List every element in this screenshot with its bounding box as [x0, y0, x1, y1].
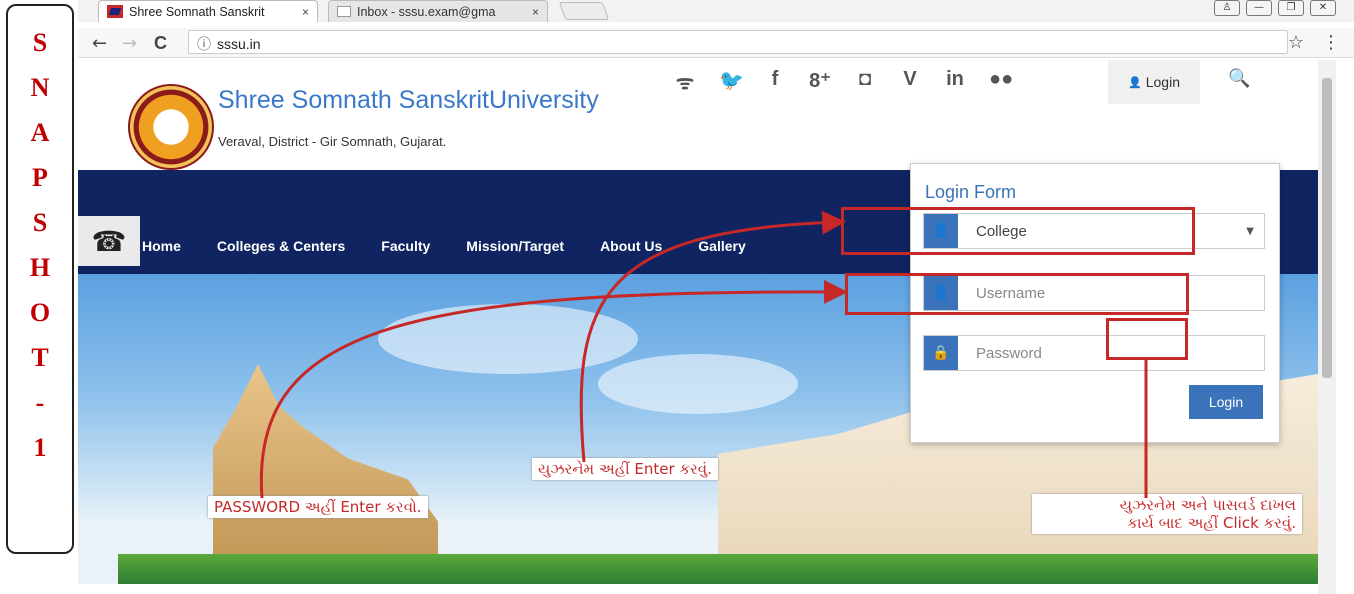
- sssu-favicon-icon: [107, 5, 123, 18]
- snapshot-letter: N: [30, 73, 50, 102]
- scrollbar-thumb[interactable]: [1322, 78, 1332, 378]
- somnath-temple-image: [213, 364, 438, 574]
- reload-icon[interactable]: C: [154, 33, 167, 54]
- university-location: Veraval, District - Gir Somnath, Gujarat…: [218, 134, 447, 149]
- tab-inbox[interactable]: Inbox - sssu.exam@gma ×: [328, 0, 548, 22]
- social-links: ᯤ 🐦 f 8⁺ ◘ V in ●●: [674, 68, 1013, 95]
- password-highlight: [845, 273, 1189, 315]
- snapshot-label: S N A P S H O T - 1: [6, 4, 74, 554]
- header-login-button[interactable]: 👤 Login: [1108, 60, 1200, 104]
- login-button-highlight: [1106, 318, 1188, 360]
- page-scrollbar[interactable]: [1318, 60, 1336, 594]
- nav-menu: Home Colleges & Centers Faculty Mission/…: [142, 238, 746, 254]
- user-icon: 👤: [1128, 76, 1142, 89]
- search-icon[interactable]: 🔍: [1228, 68, 1250, 89]
- nav-item-faculty[interactable]: Faculty: [381, 238, 430, 254]
- url-text: sssu.in: [217, 36, 261, 52]
- tab-strip: Shree Somnath Sanskrit × Inbox - sssu.ex…: [78, 0, 1354, 22]
- click-annotation-line: કાર્ય બાદ અહીં Click કરવું.: [1127, 514, 1296, 532]
- login-form-title: Login Form: [925, 182, 1017, 202]
- snapshot-letter: A: [30, 118, 50, 147]
- university-name[interactable]: Shree Somnath SanskritUniversity: [218, 86, 599, 115]
- snapshot-letter: O: [29, 298, 51, 327]
- address-bar: ← → C ⓘ sssu.in ☆ ⋮: [78, 28, 1354, 58]
- url-input[interactable]: ⓘ sssu.in: [188, 30, 1288, 54]
- university-logo: [128, 84, 214, 170]
- browser-menu-icon[interactable]: ⋮: [1322, 32, 1340, 53]
- password-annotation: PASSWORD અહીં Enter કરવો.: [208, 496, 428, 518]
- tab-title: Inbox - sssu.exam@gma: [357, 4, 496, 19]
- lock-icon: 🔒: [924, 336, 958, 370]
- facebook-icon[interactable]: f: [764, 68, 786, 95]
- password-field[interactable]: 🔒 Password: [923, 335, 1265, 371]
- linkedin-icon[interactable]: in: [944, 68, 966, 95]
- google-plus-icon[interactable]: 8⁺: [809, 68, 831, 95]
- snapshot-letter: P: [32, 163, 48, 192]
- tab-close-button[interactable]: ×: [302, 5, 309, 19]
- click-annotation-line: યુઝરનેમ અને પાસવર્ડ દાખલ: [1119, 496, 1296, 514]
- nav-item-mission[interactable]: Mission/Target: [466, 238, 564, 254]
- nav-item-home[interactable]: Home: [142, 238, 181, 254]
- gmail-icon: [337, 6, 351, 17]
- snapshot-letter: H: [29, 253, 51, 282]
- site-info-icon[interactable]: ⓘ: [197, 36, 211, 52]
- window-controls: ♙ — ❐ ✕: [1214, 0, 1336, 16]
- twitter-icon[interactable]: 🐦: [719, 68, 744, 95]
- header-login-label: Login: [1145, 74, 1180, 90]
- instagram-icon[interactable]: ◘: [854, 68, 876, 95]
- snapshot-letter: 1: [33, 433, 47, 462]
- cloud: [378, 304, 638, 374]
- new-tab-button[interactable]: [558, 2, 610, 20]
- bookmark-star-icon[interactable]: ☆: [1288, 32, 1304, 53]
- back-icon[interactable]: ←: [92, 33, 107, 54]
- login-submit-button[interactable]: Login: [1189, 385, 1263, 419]
- tab-title: Shree Somnath Sanskrit: [129, 4, 265, 19]
- nav-item-gallery[interactable]: Gallery: [698, 238, 745, 254]
- flickr-icon[interactable]: ●●: [989, 68, 1013, 95]
- user-icon[interactable]: ♙: [1214, 0, 1240, 16]
- vine-icon[interactable]: V: [899, 68, 921, 95]
- username-annotation: યુઝરનેમ અહીં Enter કરવું.: [532, 458, 718, 480]
- snapshot-letter: T: [31, 343, 49, 372]
- lawn: [118, 554, 1318, 584]
- cloud: [598, 354, 798, 414]
- forward-icon[interactable]: →: [122, 33, 137, 54]
- rss-icon[interactable]: ᯤ: [674, 68, 696, 95]
- restore-button[interactable]: ❐: [1278, 0, 1304, 16]
- tab-sssu[interactable]: Shree Somnath Sanskrit ×: [98, 0, 318, 22]
- page: Shree Somnath SanskritUniversity Veraval…: [78, 60, 1318, 594]
- nav-item-about[interactable]: About Us: [600, 238, 662, 254]
- phone-icon[interactable]: ☎: [78, 216, 140, 266]
- minimize-button[interactable]: —: [1246, 0, 1272, 16]
- snapshot-letter: S: [32, 28, 48, 57]
- nav-item-colleges[interactable]: Colleges & Centers: [217, 238, 345, 254]
- click-annotation: યુઝરનેમ અને પાસવર્ડ દાખલ કાર્ય બાદ અહીં …: [1032, 494, 1302, 534]
- snapshot-letter: S: [32, 208, 48, 237]
- username-highlight: [841, 207, 1195, 255]
- tab-close-button[interactable]: ×: [532, 5, 539, 19]
- snapshot-letter: -: [35, 388, 45, 417]
- chevron-down-icon: ▼: [1246, 225, 1254, 237]
- close-window-button[interactable]: ✕: [1310, 0, 1336, 16]
